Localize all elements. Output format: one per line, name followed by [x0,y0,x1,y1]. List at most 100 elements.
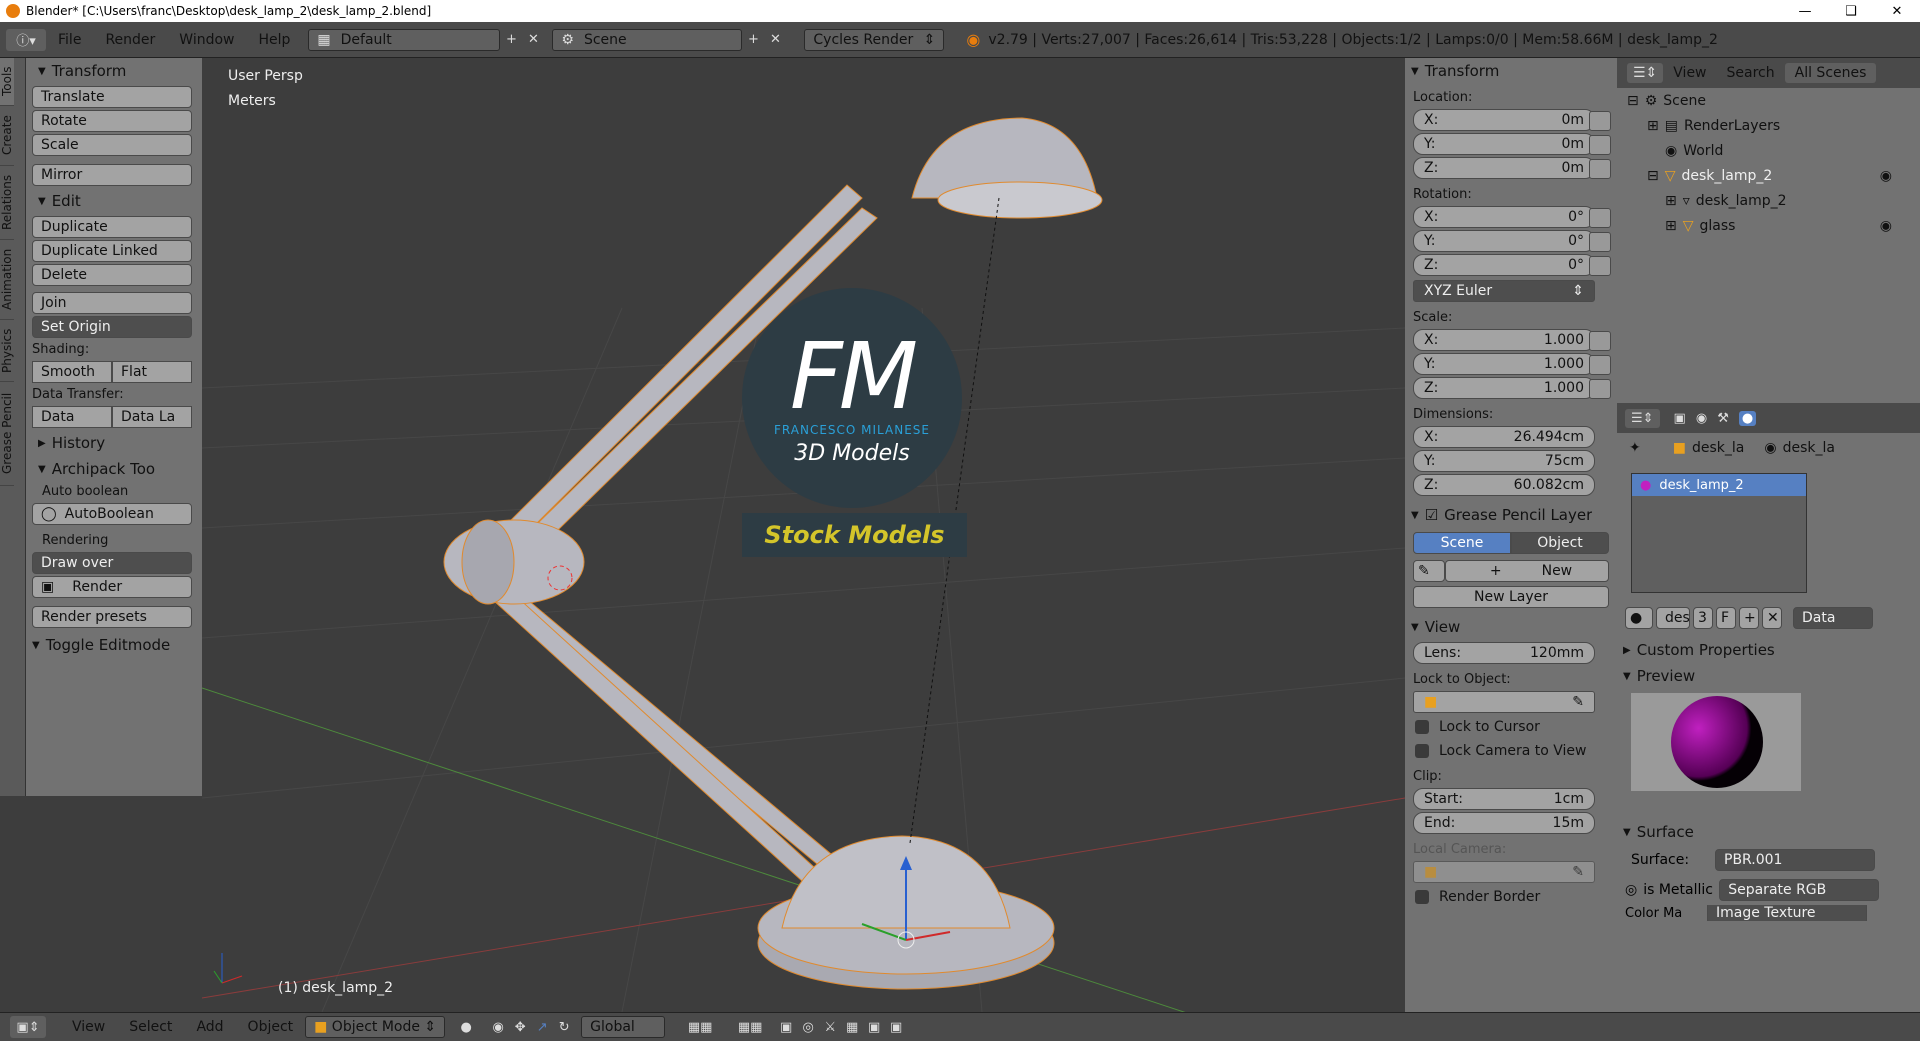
menu-object[interactable]: Object [236,1019,306,1035]
rotation-z-field[interactable]: Z: 0° [1413,254,1595,276]
material-tab-icon[interactable]: ● [1738,410,1757,426]
lock-icon[interactable] [1589,208,1611,228]
grease-pencil-header[interactable]: ▼ ☑ Grease Pencil Layer [1405,502,1617,528]
add-scene-icon[interactable]: + [742,29,764,51]
render-border-checkbox[interactable]: Render Border [1405,885,1617,909]
layout-select[interactable]: ▦ Default [308,28,501,51]
delete-button[interactable]: Delete [32,264,192,286]
render-engine-select[interactable]: Cycles Render ⇕ [804,28,945,51]
mode-select[interactable]: ■ Object Mode ⇕ [305,1016,446,1038]
input-socket-icon[interactable]: ◎ [1625,882,1637,898]
translate-button[interactable]: Translate [32,86,192,108]
outliner-row-desk-lamp[interactable]: ⊟ ▽ desk_lamp_2 ◉ [1617,163,1920,188]
lock-camera-checkbox[interactable]: Lock Camera to View [1405,739,1617,763]
tab-create[interactable]: Create [0,106,14,166]
lock-icon[interactable] [1589,379,1611,399]
lock-icon[interactable] [1589,232,1611,252]
editor-type-icon[interactable]: ▣⇕ [10,1016,46,1038]
set-origin-select[interactable]: Set Origin [32,316,192,338]
lock-icon[interactable] [1589,256,1611,276]
data-layout-button[interactable]: Data La [112,406,192,428]
add-layout-icon[interactable]: + [500,29,522,51]
outliner-filter-select[interactable]: All Scenes [1784,63,1877,83]
scale-x-field[interactable]: X: 1.000 [1413,329,1595,351]
snap-element-icon[interactable]: ▦ [841,1016,863,1038]
3d-viewport[interactable]: FM FRANCESCO MILANESE 3D Models Stock Mo… [202,58,1405,1012]
maximize-button[interactable]: ❑ [1828,0,1874,22]
orientation-select[interactable]: Global [581,1016,666,1038]
outliner-view-menu[interactable]: View [1663,65,1716,81]
rotate-manipulator-icon[interactable]: ↻ [553,1016,575,1038]
render-button[interactable]: ▣ Render [32,576,192,598]
tab-physics[interactable]: Physics [0,320,14,382]
toggle-editmode-header[interactable]: ▼ Toggle Editmode [26,632,202,658]
lock-icon[interactable] [1589,159,1611,179]
lock-icon[interactable] [1589,135,1611,155]
join-button[interactable]: Join [32,292,192,314]
tab-grease-pencil[interactable]: Grease Pencil [0,382,14,486]
surface-header[interactable]: ▼ Surface [1617,819,1920,845]
layers-grid-icon[interactable]: ▦▦ [725,1016,775,1038]
rotation-x-field[interactable]: X: 0° [1413,206,1595,228]
layers-grid-icon[interactable]: ▦▦ [675,1016,725,1038]
is-metallic-node-select[interactable]: Separate RGB [1719,879,1880,901]
render-presets-button[interactable]: Render presets [32,606,192,628]
pin-icon[interactable]: ✦ [1629,440,1641,456]
outliner-editor-icon[interactable]: ☰⇕ [1627,63,1664,83]
proportional-edit-icon[interactable]: ◎ [797,1016,819,1038]
clip-end-field[interactable]: End: 15m [1413,812,1595,834]
material-users-count[interactable]: 3 [1693,607,1713,629]
unlink-material-icon[interactable]: ✕ [1762,607,1782,629]
edit-section-header[interactable]: ▼ Edit [32,188,192,214]
dimension-y-field[interactable]: Y: 75cm [1413,450,1595,472]
manipulator-toggle-icon[interactable]: ✥ [509,1016,531,1038]
remove-layout-icon[interactable]: ✕ [522,29,544,51]
material-name-field[interactable]: des [1656,607,1690,629]
material-browse-icon[interactable]: ● [1625,607,1653,629]
menu-select[interactable]: Select [117,1019,184,1035]
mirror-button[interactable]: Mirror [32,164,192,186]
checkbox-icon[interactable]: ☑ [1425,506,1438,524]
tab-animation[interactable]: Animation [0,240,14,320]
shading-mode-icon[interactable]: ● [455,1016,477,1038]
eye-icon[interactable]: ◉ [1880,218,1892,234]
archipack-section-header[interactable]: ▼ Archipack Too [32,456,192,482]
dimension-z-field[interactable]: Z: 60.082cm [1413,474,1595,496]
pencil-icon[interactable]: ✎ [1413,560,1445,582]
outliner-row-glass[interactable]: ⊞ ▽ glass ◉ [1617,213,1920,238]
menu-help[interactable]: Help [246,32,302,48]
minimize-button[interactable]: — [1782,0,1828,22]
lock-icon[interactable] [1589,355,1611,375]
outliner-row-scene[interactable]: ⊟ ⚙ Scene [1617,88,1920,113]
custom-properties-header[interactable]: ▶ Custom Properties [1617,637,1920,663]
tab-tools[interactable]: Tools [0,58,14,106]
new-layer-button[interactable]: New Layer [1413,586,1609,608]
menu-add[interactable]: Add [184,1019,235,1035]
preview-header[interactable]: ▼ Preview [1617,663,1920,689]
transform-section-header[interactable]: ▼ Transform [32,58,192,84]
lock-icon[interactable] [1589,331,1611,351]
camera-icon[interactable]: ▣ [885,1016,907,1038]
menu-file[interactable]: File [46,32,93,48]
clip-start-field[interactable]: Start: 1cm [1413,788,1595,810]
remove-scene-icon[interactable]: ✕ [764,29,786,51]
data-button[interactable]: Data [32,406,112,428]
duplicate-linked-button[interactable]: Duplicate Linked [32,240,192,262]
material-slot-list[interactable]: ● desk_lamp_2 [1631,473,1807,593]
history-section-header[interactable]: ▶ History [32,430,192,456]
eye-icon[interactable]: ◉ [1880,168,1892,184]
scene-select[interactable]: ⚙ Scene [552,28,743,51]
dimension-x-field[interactable]: X: 26.494cm [1413,426,1595,448]
lock-to-cursor-checkbox[interactable]: Lock to Cursor [1405,715,1617,739]
autoboolean-button[interactable]: ◯ AutoBoolean [32,503,192,525]
pivot-point-icon[interactable]: ◉ [487,1016,509,1038]
modifier-tab-icon[interactable]: ⚒ [1717,411,1729,426]
view-section-header[interactable]: ▼ View [1405,614,1617,640]
tab-object[interactable]: Object [1511,532,1609,554]
outliner-row-mesh-data[interactable]: ⊞ ▿ desk_lamp_2 [1617,188,1920,213]
info-editor-icon[interactable]: ⓘ▾ [6,28,46,51]
surface-node-select[interactable]: PBR.001 [1715,849,1875,871]
location-y-field[interactable]: Y: 0m [1413,133,1595,155]
smooth-button[interactable]: Smooth [32,361,112,383]
tab-scene[interactable]: Scene [1413,532,1511,554]
